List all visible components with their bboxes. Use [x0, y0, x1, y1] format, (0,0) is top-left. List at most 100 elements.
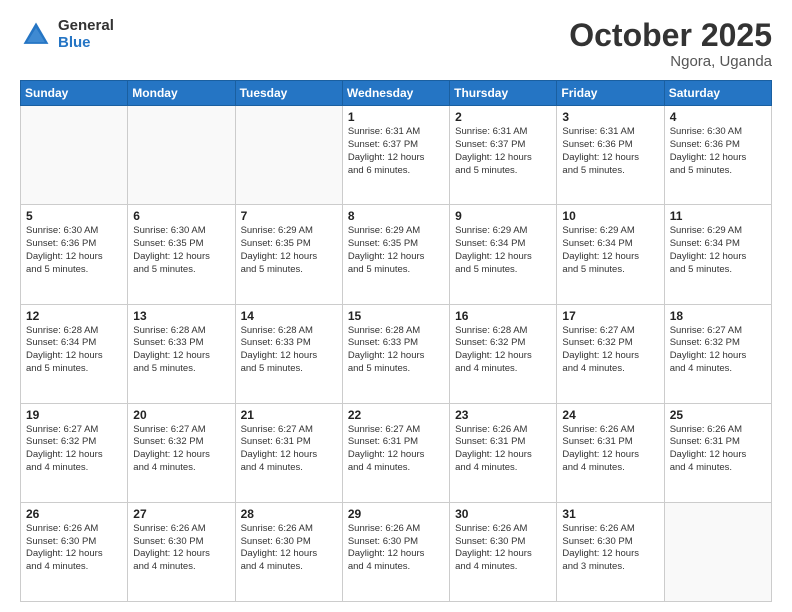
- day-number: 17: [562, 309, 658, 323]
- calendar-cell: 16 Sunrise: 6:28 AM Sunset: 6:32 PM Dayli…: [450, 304, 557, 403]
- cell-info: Sunrise: 6:27 AM Sunset: 6:31 PM Dayligh…: [241, 424, 337, 475]
- calendar-cell: 28 Sunrise: 6:26 AM Sunset: 6:30 PM Dayli…: [235, 502, 342, 601]
- calendar-week-1: 5Sunrise: 6:30 AM Sunset: 6:36 PM Daylig…: [21, 205, 772, 304]
- calendar-cell: 29 Sunrise: 6:26 AM Sunset: 6:30 PM Dayli…: [342, 502, 449, 601]
- day-number: 22: [348, 408, 444, 422]
- calendar-week-3: 19Sunrise: 6:27 AM Sunset: 6:32 PM Dayli…: [21, 403, 772, 502]
- calendar-cell: 9 Sunrise: 6:29 AM Sunset: 6:34 PM Daylig…: [450, 205, 557, 304]
- cell-info: Sunrise: 6:31 AM Sunset: 6:37 PM Dayligh…: [455, 126, 551, 177]
- location: Ngora, Uganda: [569, 53, 772, 70]
- cell-info: Sunrise: 6:27 AM Sunset: 6:32 PM Dayligh…: [562, 325, 658, 376]
- cell-info: Sunrise: 6:31 AM Sunset: 6:37 PM Dayligh…: [348, 126, 444, 177]
- day-number: 12: [26, 309, 122, 323]
- calendar-cell: 24Sunrise: 6:26 AM Sunset: 6:31 PM Dayli…: [557, 403, 664, 502]
- cell-info: Sunrise: 6:26 AM Sunset: 6:31 PM Dayligh…: [455, 424, 551, 475]
- page: General Blue October 2025 Ngora, Uganda …: [0, 0, 792, 612]
- cell-info: Sunrise: 6:27 AM Sunset: 6:32 PM Dayligh…: [670, 325, 766, 376]
- day-number: 28: [241, 507, 337, 521]
- day-number: 21: [241, 408, 337, 422]
- cell-info: Sunrise: 6:26 AM Sunset: 6:31 PM Dayligh…: [670, 424, 766, 475]
- day-number: 16: [455, 309, 551, 323]
- calendar-cell: 8 Sunrise: 6:29 AM Sunset: 6:35 PM Daylig…: [342, 205, 449, 304]
- calendar-cell: 7Sunrise: 6:29 AM Sunset: 6:35 PM Daylig…: [235, 205, 342, 304]
- calendar-cell: [21, 106, 128, 205]
- cell-info: Sunrise: 6:26 AM Sunset: 6:30 PM Dayligh…: [562, 523, 658, 574]
- day-number: 13: [133, 309, 229, 323]
- col-header-saturday: Saturday: [664, 81, 771, 106]
- day-number: 4: [670, 110, 766, 124]
- col-header-sunday: Sunday: [21, 81, 128, 106]
- cell-info: Sunrise: 6:29 AM Sunset: 6:34 PM Dayligh…: [670, 225, 766, 276]
- day-number: 29: [348, 507, 444, 521]
- day-number: 1: [348, 110, 444, 124]
- day-number: 6: [133, 209, 229, 223]
- cell-info: Sunrise: 6:30 AM Sunset: 6:35 PM Dayligh…: [133, 225, 229, 276]
- col-header-thursday: Thursday: [450, 81, 557, 106]
- calendar-cell: 14 Sunrise: 6:28 AM Sunset: 6:33 PM Dayli…: [235, 304, 342, 403]
- cell-info: Sunrise: 6:26 AM Sunset: 6:30 PM Dayligh…: [26, 523, 122, 574]
- calendar-cell: [664, 502, 771, 601]
- calendar-cell: 2 Sunrise: 6:31 AM Sunset: 6:37 PM Daylig…: [450, 106, 557, 205]
- calendar-week-4: 26 Sunrise: 6:26 AM Sunset: 6:30 PM Dayli…: [21, 502, 772, 601]
- cell-info: Sunrise: 6:29 AM Sunset: 6:34 PM Dayligh…: [455, 225, 551, 276]
- calendar-cell: 19Sunrise: 6:27 AM Sunset: 6:32 PM Dayli…: [21, 403, 128, 502]
- calendar-cell: 4 Sunrise: 6:30 AM Sunset: 6:36 PM Daylig…: [664, 106, 771, 205]
- day-number: 31: [562, 507, 658, 521]
- calendar-week-0: 1 Sunrise: 6:31 AM Sunset: 6:37 PM Daylig…: [21, 106, 772, 205]
- cell-info: Sunrise: 6:26 AM Sunset: 6:30 PM Dayligh…: [455, 523, 551, 574]
- calendar-cell: 15Sunrise: 6:28 AM Sunset: 6:33 PM Dayli…: [342, 304, 449, 403]
- day-number: 15: [348, 309, 444, 323]
- calendar-cell: 31 Sunrise: 6:26 AM Sunset: 6:30 PM Dayli…: [557, 502, 664, 601]
- cell-info: Sunrise: 6:30 AM Sunset: 6:36 PM Dayligh…: [670, 126, 766, 177]
- cell-info: Sunrise: 6:26 AM Sunset: 6:31 PM Dayligh…: [562, 424, 658, 475]
- col-header-friday: Friday: [557, 81, 664, 106]
- cell-info: Sunrise: 6:29 AM Sunset: 6:35 PM Dayligh…: [241, 225, 337, 276]
- day-number: 3: [562, 110, 658, 124]
- day-number: 20: [133, 408, 229, 422]
- calendar-cell: 3 Sunrise: 6:31 AM Sunset: 6:36 PM Daylig…: [557, 106, 664, 205]
- col-header-monday: Monday: [128, 81, 235, 106]
- cell-info: Sunrise: 6:28 AM Sunset: 6:32 PM Dayligh…: [455, 325, 551, 376]
- day-number: 10: [562, 209, 658, 223]
- calendar-cell: 20Sunrise: 6:27 AM Sunset: 6:32 PM Dayli…: [128, 403, 235, 502]
- calendar-cell: 30 Sunrise: 6:26 AM Sunset: 6:30 PM Dayli…: [450, 502, 557, 601]
- calendar-cell: 11Sunrise: 6:29 AM Sunset: 6:34 PM Dayli…: [664, 205, 771, 304]
- calendar-week-2: 12 Sunrise: 6:28 AM Sunset: 6:34 PM Dayli…: [21, 304, 772, 403]
- cell-info: Sunrise: 6:28 AM Sunset: 6:33 PM Dayligh…: [241, 325, 337, 376]
- calendar-cell: 10Sunrise: 6:29 AM Sunset: 6:34 PM Dayli…: [557, 205, 664, 304]
- calendar-cell: 21 Sunrise: 6:27 AM Sunset: 6:31 PM Dayli…: [235, 403, 342, 502]
- cell-info: Sunrise: 6:26 AM Sunset: 6:30 PM Dayligh…: [348, 523, 444, 574]
- calendar-cell: 12 Sunrise: 6:28 AM Sunset: 6:34 PM Dayli…: [21, 304, 128, 403]
- calendar-cell: [128, 106, 235, 205]
- day-number: 18: [670, 309, 766, 323]
- calendar-cell: 5Sunrise: 6:30 AM Sunset: 6:36 PM Daylig…: [21, 205, 128, 304]
- calendar-cell: 13 Sunrise: 6:28 AM Sunset: 6:33 PM Dayli…: [128, 304, 235, 403]
- cell-info: Sunrise: 6:28 AM Sunset: 6:34 PM Dayligh…: [26, 325, 122, 376]
- cell-info: Sunrise: 6:26 AM Sunset: 6:30 PM Dayligh…: [133, 523, 229, 574]
- day-number: 5: [26, 209, 122, 223]
- calendar-cell: [235, 106, 342, 205]
- day-number: 14: [241, 309, 337, 323]
- day-number: 25: [670, 408, 766, 422]
- day-number: 2: [455, 110, 551, 124]
- calendar-cell: 27Sunrise: 6:26 AM Sunset: 6:30 PM Dayli…: [128, 502, 235, 601]
- cell-info: Sunrise: 6:26 AM Sunset: 6:30 PM Dayligh…: [241, 523, 337, 574]
- calendar-cell: 23 Sunrise: 6:26 AM Sunset: 6:31 PM Dayli…: [450, 403, 557, 502]
- day-number: 26: [26, 507, 122, 521]
- title-block: October 2025 Ngora, Uganda: [569, 18, 772, 70]
- day-number: 9: [455, 209, 551, 223]
- cell-info: Sunrise: 6:27 AM Sunset: 6:31 PM Dayligh…: [348, 424, 444, 475]
- day-number: 23: [455, 408, 551, 422]
- day-number: 8: [348, 209, 444, 223]
- cell-info: Sunrise: 6:28 AM Sunset: 6:33 PM Dayligh…: [133, 325, 229, 376]
- calendar-cell: 26 Sunrise: 6:26 AM Sunset: 6:30 PM Dayli…: [21, 502, 128, 601]
- calendar-cell: 22 Sunrise: 6:27 AM Sunset: 6:31 PM Dayli…: [342, 403, 449, 502]
- calendar-cell: 6 Sunrise: 6:30 AM Sunset: 6:35 PM Daylig…: [128, 205, 235, 304]
- logo-blue-text: Blue: [58, 35, 114, 52]
- cell-info: Sunrise: 6:27 AM Sunset: 6:32 PM Dayligh…: [26, 424, 122, 475]
- day-number: 30: [455, 507, 551, 521]
- calendar-cell: 1 Sunrise: 6:31 AM Sunset: 6:37 PM Daylig…: [342, 106, 449, 205]
- logo-general-text: General: [58, 18, 114, 35]
- cell-info: Sunrise: 6:31 AM Sunset: 6:36 PM Dayligh…: [562, 126, 658, 177]
- cell-info: Sunrise: 6:29 AM Sunset: 6:35 PM Dayligh…: [348, 225, 444, 276]
